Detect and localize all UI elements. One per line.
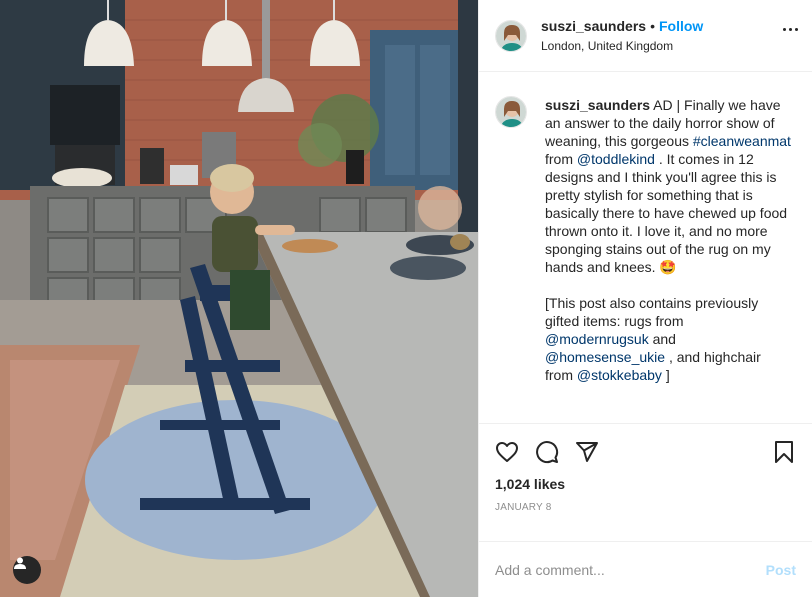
mention-link[interactable]: @homesense_ukie: [545, 349, 665, 365]
header-top-row: suszi_saunders • Follow: [541, 17, 703, 35]
follow-button[interactable]: Follow: [659, 17, 703, 35]
user-tag-icon: [14, 557, 26, 569]
mention-link[interactable]: @modernrugsuk: [545, 331, 649, 347]
action-icons: [495, 432, 796, 472]
comments-area: suszi_saunders AD | Finally we have an a…: [479, 72, 812, 423]
separator-dot: •: [650, 17, 655, 34]
avatar[interactable]: [495, 19, 527, 52]
share-button[interactable]: [575, 440, 599, 464]
post-photo[interactable]: [0, 0, 479, 597]
avatar-image: [496, 20, 526, 51]
author-username[interactable]: suszi_saunders: [541, 17, 646, 35]
more-dot: [789, 28, 792, 31]
like-button[interactable]: [495, 440, 519, 464]
share-icon: [576, 442, 598, 462]
likes-count[interactable]: 1,024 likes: [495, 476, 796, 492]
caption-text: ]: [661, 367, 670, 383]
caption-text: [This post also contains previously gift…: [545, 295, 759, 329]
post-date[interactable]: JANUARY 8: [495, 502, 796, 513]
avatar-image: [496, 97, 526, 127]
post-side-panel: suszi_saunders • Follow London, United K…: [479, 0, 812, 597]
instagram-post: suszi_saunders • Follow London, United K…: [0, 0, 812, 597]
comment-icon: [536, 441, 559, 464]
header-text: suszi_saunders • Follow London, United K…: [541, 17, 703, 55]
kitchen-photo-illustration: [0, 0, 478, 597]
caption-text: and: [648, 331, 676, 347]
more-dot: [795, 28, 798, 31]
more-dot: [783, 28, 786, 31]
comment-button[interactable]: [535, 440, 559, 464]
post-comment-button[interactable]: Post: [766, 562, 796, 578]
caption-text: from: [545, 151, 577, 167]
save-button[interactable]: [772, 440, 796, 464]
mention-link[interactable]: @toddlekind: [577, 151, 655, 167]
post-location[interactable]: London, United Kingdom: [541, 37, 703, 55]
more-options-icon[interactable]: [783, 28, 798, 31]
hashtag-link[interactable]: #cleanweanmat: [693, 133, 791, 149]
add-comment-bar: Post: [479, 541, 812, 597]
post-caption: suszi_saunders AD | Finally we have an a…: [545, 96, 791, 423]
caption-text: . It comes in 12 designs and I think you…: [545, 151, 788, 275]
caption-username[interactable]: suszi_saunders: [545, 97, 650, 113]
caption-paragraph-1: suszi_saunders AD | Finally we have an a…: [545, 96, 791, 276]
heart-icon: [496, 442, 518, 462]
post-header: suszi_saunders • Follow London, United K…: [479, 0, 812, 72]
bookmark-icon: [775, 441, 793, 463]
tagged-users-button[interactable]: [13, 556, 41, 584]
caption-paragraph-2: [This post also contains previously gift…: [545, 294, 791, 384]
caption-avatar[interactable]: [495, 96, 527, 128]
mention-link[interactable]: @stokkebaby: [577, 367, 662, 383]
comment-input[interactable]: [495, 561, 766, 578]
post-actions: 1,024 likes JANUARY 8: [479, 423, 812, 541]
